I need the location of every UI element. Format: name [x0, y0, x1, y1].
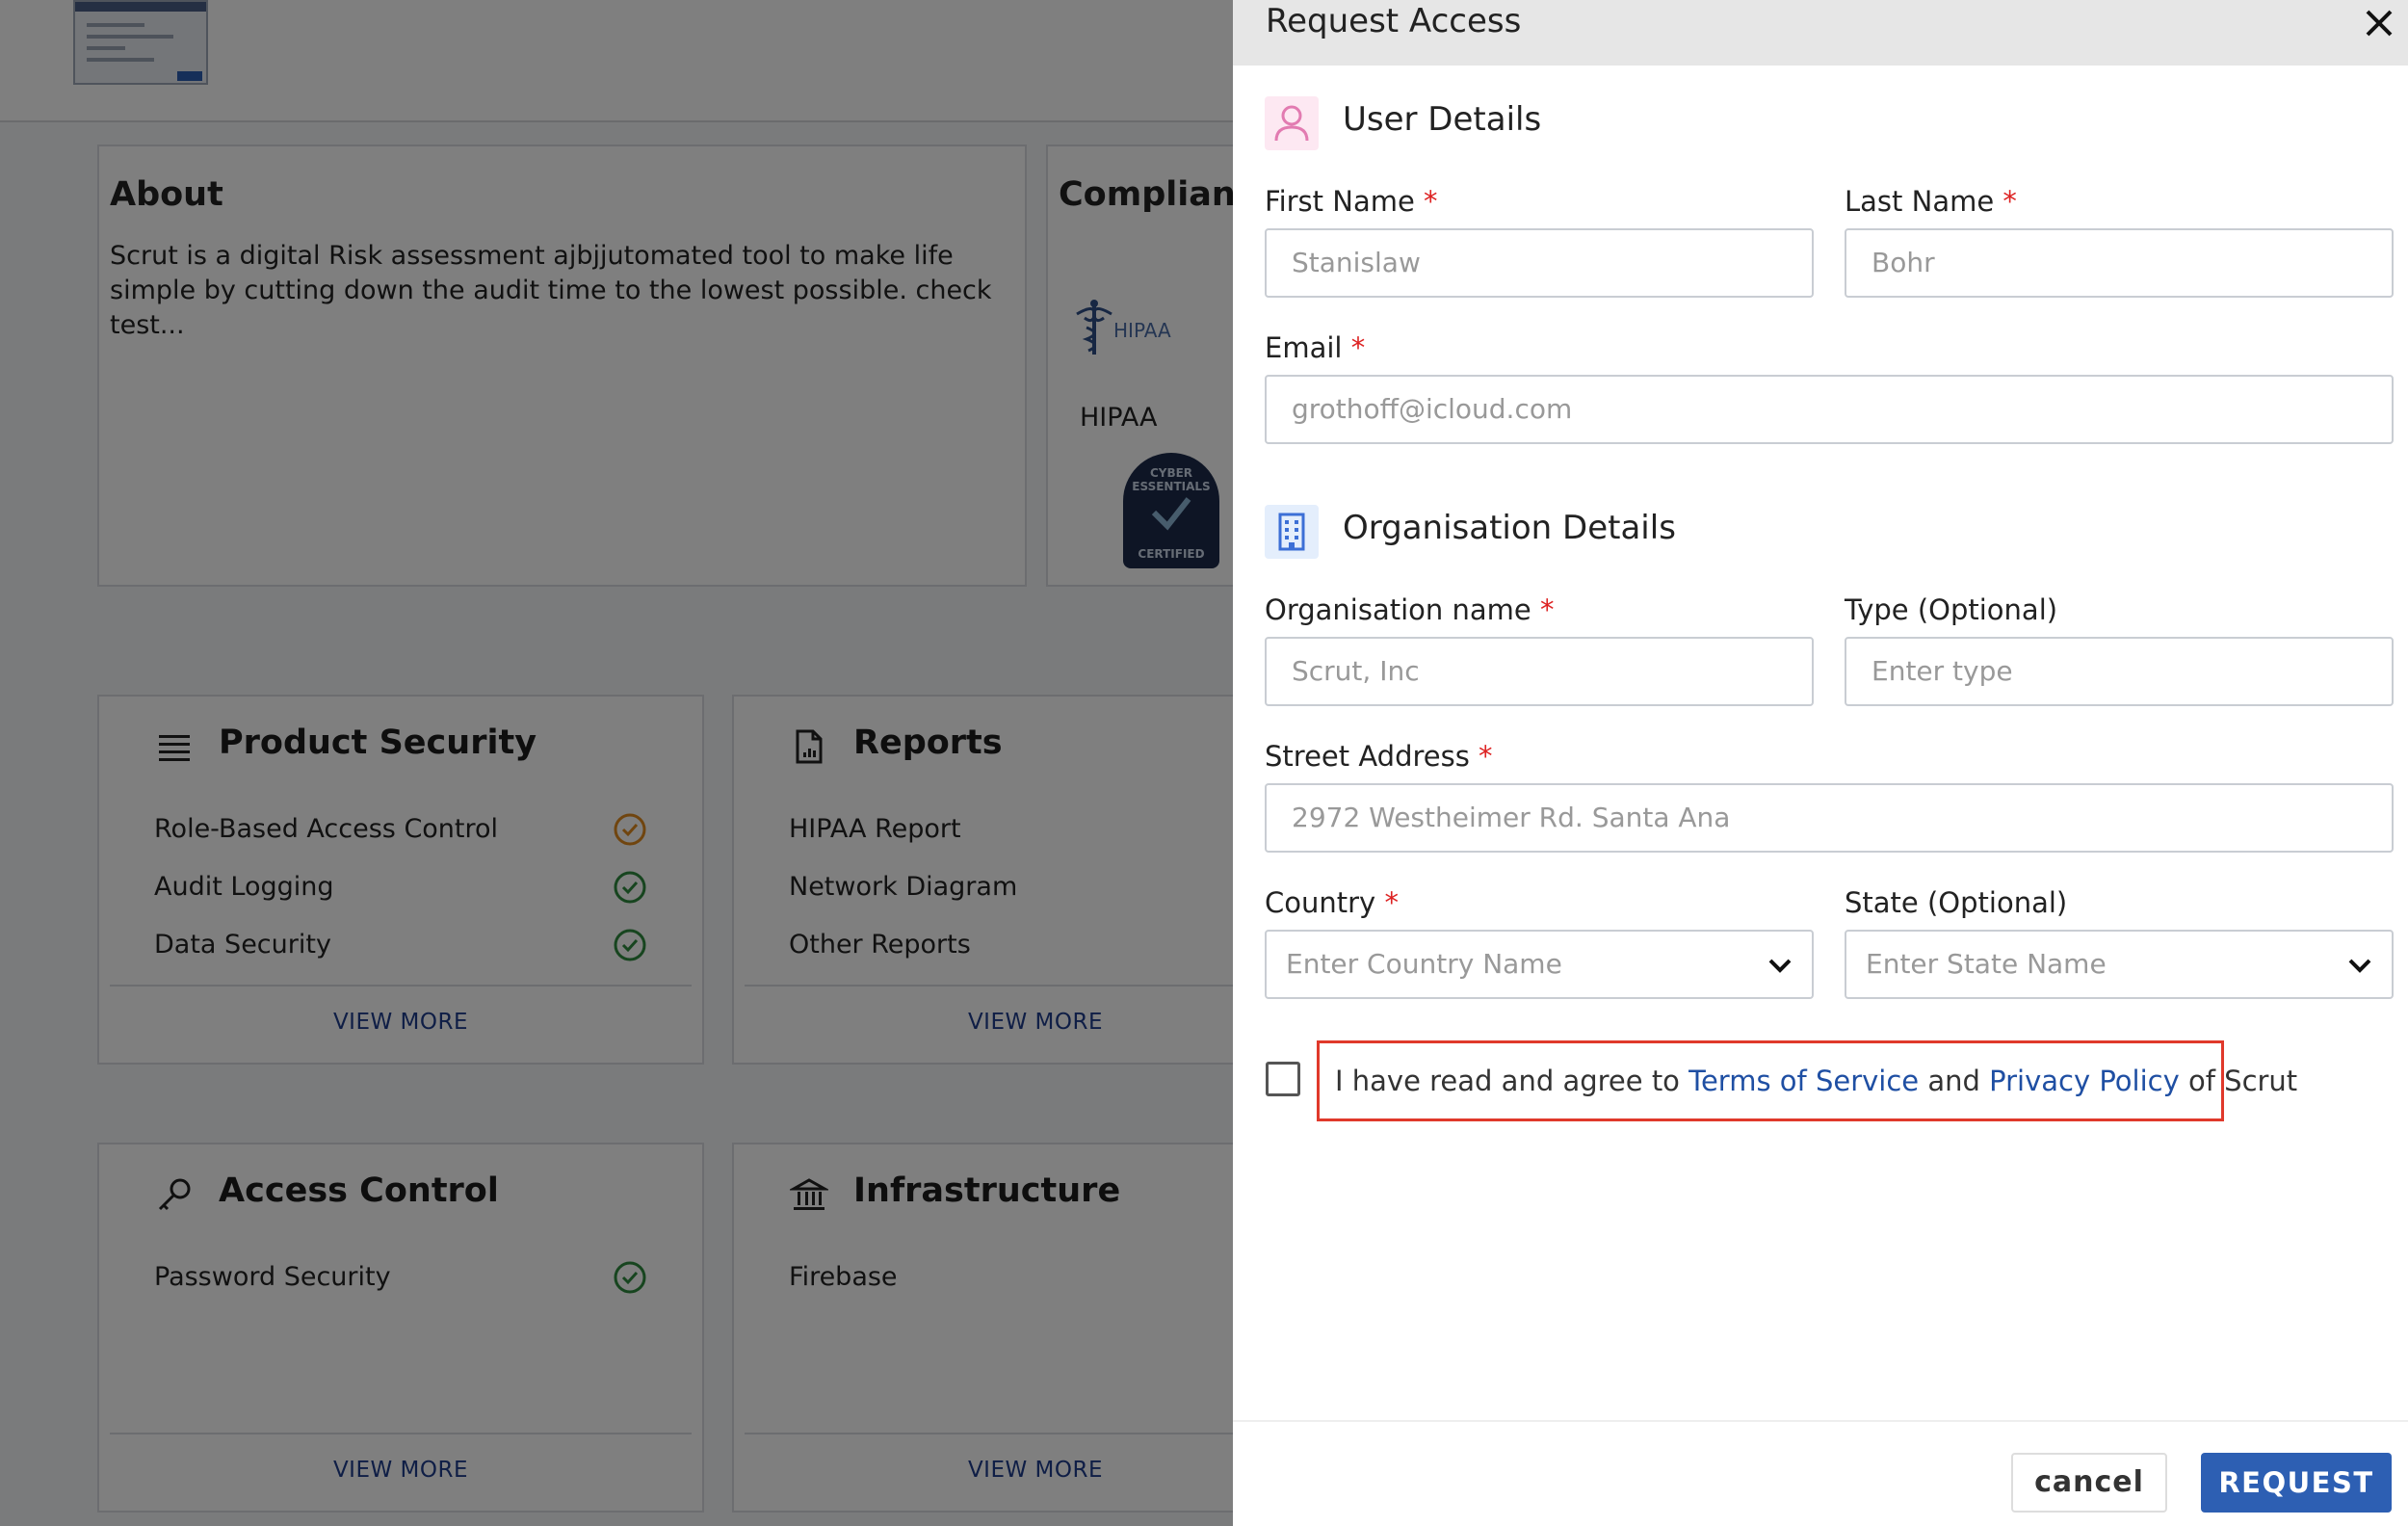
terms-of-service-link[interactable]: Terms of Service — [1688, 1065, 1919, 1097]
email-label: Email * — [1265, 331, 1366, 364]
street-address-input[interactable]: 2972 Westheimer Rd. Santa Ana — [1265, 783, 2394, 853]
chevron-down-icon — [1768, 959, 1792, 973]
state-label: State (Optional) — [1845, 886, 2068, 919]
first-name-label: First Name * — [1265, 185, 1438, 218]
type-label: Type (Optional) — [1845, 593, 2058, 626]
close-icon[interactable] — [2360, 4, 2398, 42]
last-name-label: Last Name * — [1845, 185, 2017, 218]
user-icon — [1265, 96, 1319, 150]
chevron-down-icon — [2348, 959, 2371, 973]
state-select-value: Enter State Name — [1866, 948, 2107, 980]
user-details-heading: User Details — [1343, 100, 1542, 139]
panel-header: Request Access — [1233, 0, 2408, 66]
country-select[interactable]: Enter Country Name — [1265, 930, 1814, 999]
privacy-policy-link[interactable]: Privacy Policy — [1989, 1065, 2180, 1097]
first-name-input[interactable]: Stanislaw — [1265, 228, 1814, 298]
agree-checkbox[interactable] — [1266, 1062, 1300, 1096]
street-address-label: Street Address * — [1265, 740, 1493, 773]
email-input[interactable]: grothoff@icloud.com — [1265, 375, 2394, 444]
agreement-text: I have read and agree to Terms of Servic… — [1317, 1040, 2297, 1121]
country-label: Country * — [1265, 886, 1399, 919]
building-icon — [1265, 505, 1319, 559]
type-input[interactable]: Enter type — [1845, 637, 2394, 706]
panel-title: Request Access — [1266, 2, 1522, 40]
org-name-input[interactable]: Scrut, Inc — [1265, 637, 1814, 706]
state-select[interactable]: Enter State Name — [1845, 930, 2394, 999]
country-select-value: Enter Country Name — [1286, 948, 1562, 980]
last-name-input[interactable]: Bohr — [1845, 228, 2394, 298]
cancel-button[interactable]: cancel — [2011, 1453, 2167, 1513]
organisation-details-heading: Organisation Details — [1343, 509, 1676, 547]
modal-backdrop[interactable] — [0, 0, 1233, 1526]
request-button[interactable]: REQUEST — [2201, 1453, 2392, 1513]
org-name-label: Organisation name * — [1265, 593, 1555, 626]
